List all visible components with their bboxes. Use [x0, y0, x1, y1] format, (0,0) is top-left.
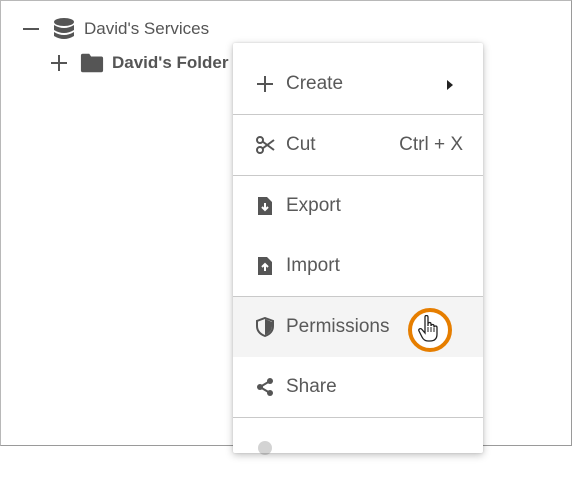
submenu-arrow-icon — [447, 80, 453, 90]
menu-item-create[interactable]: Create — [233, 54, 483, 114]
plus-icon — [255, 74, 275, 94]
menu-item-share[interactable]: Share — [233, 357, 483, 417]
file-export-icon — [255, 196, 275, 216]
menu-item-import[interactable]: Import — [233, 236, 483, 296]
folder-icon — [80, 51, 104, 75]
menu-item-export[interactable]: Export — [233, 176, 483, 236]
file-import-icon — [255, 256, 275, 276]
expand-icon[interactable] — [50, 54, 68, 72]
collapse-icon[interactable] — [22, 20, 40, 38]
menu-item-label: Import — [286, 255, 340, 276]
menu-item-label: Create — [286, 73, 344, 94]
hand-cursor-icon — [418, 314, 440, 343]
tree-label-folder: David's Folder — [112, 53, 229, 72]
database-icon — [52, 17, 76, 41]
tree-node-folder[interactable]: David's Folder — [50, 51, 228, 75]
menu-item-label: Cut — [286, 134, 316, 155]
menu-item-label: Permissions — [286, 316, 390, 337]
menu-item-label: Export — [286, 195, 341, 216]
scissors-icon — [255, 135, 275, 155]
context-menu: Create Cut Ctrl + X Export Import Permis… — [233, 43, 483, 455]
tree-label-services: David's Services — [84, 19, 210, 38]
shield-icon — [255, 317, 275, 337]
tree-node-services[interactable]: David's Services — [22, 17, 209, 41]
menu-item-cutoff — [233, 418, 483, 478]
menu-item-icon — [255, 438, 275, 458]
menu-item-cut[interactable]: Cut Ctrl + X — [233, 115, 483, 175]
share-icon — [255, 377, 275, 397]
shortcut-label: Ctrl + X — [399, 134, 463, 155]
menu-item-label: Share — [286, 376, 337, 397]
